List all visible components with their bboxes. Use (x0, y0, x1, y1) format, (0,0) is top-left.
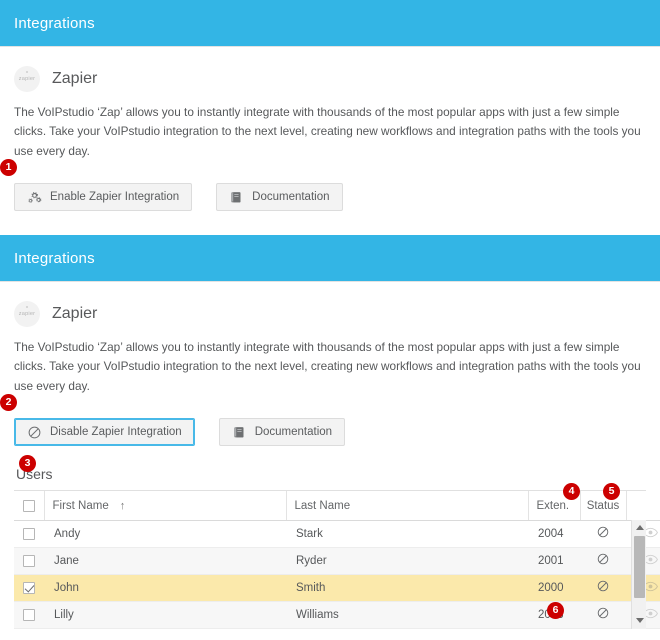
row-extension-cell: 2000 (528, 574, 580, 602)
header-divider-bottom (0, 281, 660, 282)
row-first-name: Lilly (54, 608, 74, 621)
row-last-name: Stark (296, 527, 323, 540)
select-all-header (14, 491, 45, 521)
column-header-last-name-label: Last Name (294, 499, 351, 512)
sort-ascending-icon: ↑ (119, 499, 126, 512)
zapier-brand-name-bottom: Zapier (52, 305, 98, 322)
annotation-badge-2: 2 (0, 394, 17, 411)
select-all-checkbox[interactable] (22, 499, 35, 512)
row-checkbox[interactable] (23, 581, 35, 594)
documentation-button-bottom[interactable]: Documentation (218, 418, 346, 447)
book-icon (229, 190, 244, 205)
row-status-icon[interactable] (597, 553, 609, 568)
integrations-panel-enabled-state: Integrations zapier Zapier The VoIPstudi… (0, 235, 660, 640)
row-status-cell (580, 601, 626, 629)
row-extension: 2004 (538, 527, 564, 540)
annotation-badge-4: 4 (563, 483, 580, 500)
column-header-status[interactable]: Status (580, 491, 627, 521)
row-first-name-cell: Andy (44, 520, 286, 548)
scroll-up-arrow-icon[interactable] (632, 520, 647, 535)
table-row[interactable]: John Smith 2000 (14, 574, 660, 602)
zapier-logo-text-bottom: zapier (18, 311, 36, 317)
row-extension-cell: 2004 (528, 520, 580, 548)
screenshot-root: Integrations zapier Zapier The VoIPstudi… (0, 0, 660, 640)
row-last-name-cell: Williams (286, 601, 528, 629)
row-status-icon[interactable] (597, 607, 609, 622)
header-divider (0, 46, 660, 47)
row-first-name-cell: John (44, 574, 286, 602)
panel-header-bottom: Integrations (0, 235, 660, 281)
row-first-name-cell: Jane (44, 547, 286, 575)
zapier-description-bottom: The VoIPstudio ‘Zap’ allows you to insta… (14, 340, 641, 393)
zapier-brand-name: Zapier (52, 70, 98, 87)
zapier-brand-row: zapier Zapier (14, 57, 646, 101)
documentation-button-top[interactable]: Documentation (216, 183, 343, 212)
users-table-header-row: First Name ↑ Last Name Exten. Status (14, 491, 660, 521)
annotation-badge-6: 6 (547, 602, 564, 619)
row-status-cell (580, 574, 626, 602)
row-last-name-cell: Ryder (286, 547, 528, 575)
row-status-icon[interactable] (597, 526, 609, 541)
table-row[interactable]: Jane Ryder 2001 (14, 547, 660, 575)
zapier-logo-icon-bottom: zapier (14, 301, 40, 327)
disable-zapier-integration-label: Disable Zapier Integration (50, 426, 182, 439)
zapier-description-top: The VoIPstudio ‘Zap’ allows you to insta… (14, 105, 641, 158)
column-header-first-name-label: First Name (52, 499, 109, 512)
annotation-badge-1: 1 (0, 159, 17, 176)
column-header-actions (626, 491, 660, 521)
row-select-cell (14, 547, 44, 575)
row-checkbox[interactable] (23, 554, 35, 567)
row-checkbox[interactable] (23, 608, 35, 621)
panel-header-top: Integrations (0, 0, 660, 46)
zapier-brand-row-bottom: zapier Zapier (14, 292, 646, 336)
users-section-title: Users (16, 466, 53, 483)
row-first-name: Jane (54, 554, 79, 567)
row-last-name: Smith (296, 581, 326, 594)
zapier-logo-icon: zapier (14, 66, 40, 92)
column-header-first-name[interactable]: First Name ↑ (44, 491, 287, 521)
page-title-bottom: Integrations (14, 249, 95, 267)
disable-zapier-integration-button[interactable]: Disable Zapier Integration (14, 418, 195, 447)
row-select-cell (14, 601, 44, 629)
row-last-name-cell: Stark (286, 520, 528, 548)
column-header-last-name[interactable]: Last Name (286, 491, 529, 521)
zapier-logo-text: zapier (18, 76, 36, 82)
column-header-extension-label: Exten. (536, 499, 570, 512)
row-first-name-cell: Lilly (44, 601, 286, 629)
ban-icon (27, 425, 42, 440)
row-select-cell (14, 574, 44, 602)
row-status-icon[interactable] (597, 580, 609, 595)
row-last-name: Ryder (296, 554, 327, 567)
action-button-row-bottom: Disable Zapier Integration Documentation (14, 418, 646, 447)
scrollbar-thumb[interactable] (634, 536, 645, 599)
row-extension: 2000 (538, 581, 564, 594)
row-select-cell (14, 520, 44, 548)
documentation-label-top: Documentation (252, 191, 330, 204)
row-first-name: John (54, 581, 79, 594)
row-extension: 2001 (538, 554, 564, 567)
row-extension-cell: 2001 (528, 547, 580, 575)
action-button-row-top: Enable Zapier Integration Documentation (14, 183, 646, 212)
column-header-status-label: Status (586, 499, 620, 512)
annotation-badge-3: 3 (19, 455, 36, 472)
cogs-icon (27, 190, 42, 205)
table-row[interactable]: Lilly Williams 2003 (14, 601, 660, 629)
row-checkbox[interactable] (23, 527, 35, 540)
scroll-down-arrow-icon[interactable] (632, 614, 647, 629)
book-icon-bottom (232, 425, 247, 440)
row-last-name-cell: Smith (286, 574, 528, 602)
table-row[interactable]: Andy Stark 2004 (14, 520, 660, 548)
row-last-name: Williams (296, 608, 339, 621)
users-table-scrollbar[interactable] (631, 520, 646, 629)
row-status-cell (580, 547, 626, 575)
row-first-name: Andy (54, 527, 81, 540)
documentation-label-bottom: Documentation (254, 426, 333, 439)
integrations-panel-disabled-state: Integrations zapier Zapier The VoIPstudi… (0, 0, 660, 212)
enable-zapier-integration-label: Enable Zapier Integration (50, 191, 180, 204)
row-status-cell (580, 520, 626, 548)
enable-zapier-integration-button[interactable]: Enable Zapier Integration (14, 183, 193, 212)
annotation-badge-5: 5 (603, 483, 620, 500)
page-title: Integrations (14, 14, 95, 32)
